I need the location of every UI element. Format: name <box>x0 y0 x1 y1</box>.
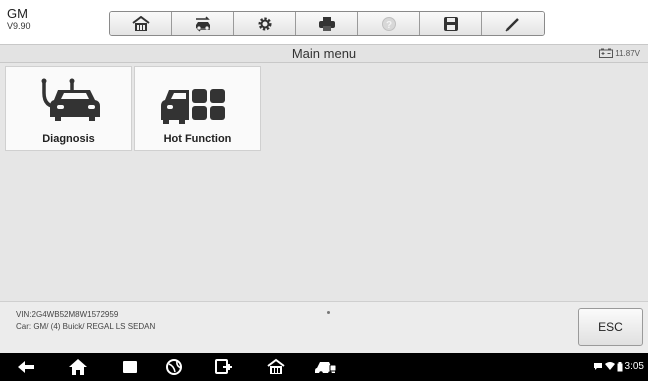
help-button[interactable]: ? <box>358 12 420 35</box>
settings-icon <box>258 17 271 30</box>
vehicle-brand: GM V9.90 <box>7 7 31 32</box>
vehicle-make: GM <box>7 6 28 21</box>
print-icon <box>318 16 335 31</box>
vehicle-info-bar: VIN:2G4WB52M8W1572959 Car: GM/ (4) Buick… <box>0 301 648 353</box>
browser-icon <box>166 359 182 375</box>
hot-function-tile[interactable]: Hot Function <box>134 66 261 151</box>
save-icon <box>443 16 458 31</box>
page-title: Main menu <box>291 46 357 61</box>
vci-connect-button[interactable] <box>212 357 236 377</box>
hot-function-icon <box>161 89 225 124</box>
top-toolbar: GM V9.90 ? <box>0 0 648 44</box>
battery-voltage: 11.87V <box>615 48 640 58</box>
battery-icon <box>599 48 614 58</box>
toolbar-button-group: ? <box>109 11 545 36</box>
vci-connect-icon <box>215 359 232 374</box>
title-bar: Main menu 11.87V <box>0 44 648 63</box>
print-button[interactable] <box>296 12 358 35</box>
esc-button[interactable]: ESC <box>578 308 643 346</box>
maxisys-home-button[interactable] <box>264 357 288 377</box>
battery-status: 11.87V <box>599 48 640 58</box>
diagnosis-label: Diagnosis <box>42 133 95 145</box>
pen-icon <box>505 17 519 32</box>
browser-button[interactable] <box>162 357 186 377</box>
chat-icon <box>593 363 602 370</box>
status-area: 3:05 <box>593 361 644 372</box>
svg-text:?: ? <box>385 20 391 31</box>
save-button[interactable] <box>420 12 482 35</box>
back-button[interactable] <box>14 357 38 377</box>
wifi-icon <box>604 362 615 370</box>
home-icon <box>69 359 87 375</box>
system-nav-bar: 3:05 <box>0 353 648 381</box>
vin-text: VIN:2G4WB52M8W1572959 <box>16 310 119 319</box>
recent-apps-icon <box>123 361 137 373</box>
car-text: Car: GM/ (4) Buick/ REGAL LS SEDAN <box>16 322 156 331</box>
settings-button[interactable] <box>234 12 296 35</box>
vehicle-menu-button[interactable] <box>314 357 338 377</box>
nav-home-button[interactable] <box>66 357 90 377</box>
clock: 3:05 <box>624 361 644 372</box>
vehicle-swap-icon <box>195 15 210 32</box>
maxisys-home-icon <box>267 358 285 374</box>
recent-apps-button[interactable] <box>118 357 142 377</box>
main-menu-area: Diagnosis Hot Function <box>0 63 648 301</box>
hot-function-label: Hot Function <box>163 133 232 145</box>
diagnosis-car-icon <box>41 78 100 121</box>
vehicle-swap-button[interactable] <box>172 12 234 35</box>
help-icon: ? <box>381 16 396 31</box>
back-icon <box>18 361 34 373</box>
page-indicator-dot <box>327 311 330 314</box>
vehicle-menu-icon <box>315 362 337 375</box>
home-icon <box>131 15 150 31</box>
software-version: V9.90 <box>7 21 31 31</box>
home-button[interactable] <box>110 12 172 35</box>
battery-status-icon <box>617 361 623 371</box>
diagnosis-tile[interactable]: Diagnosis <box>5 66 132 151</box>
edit-button[interactable] <box>482 12 544 35</box>
